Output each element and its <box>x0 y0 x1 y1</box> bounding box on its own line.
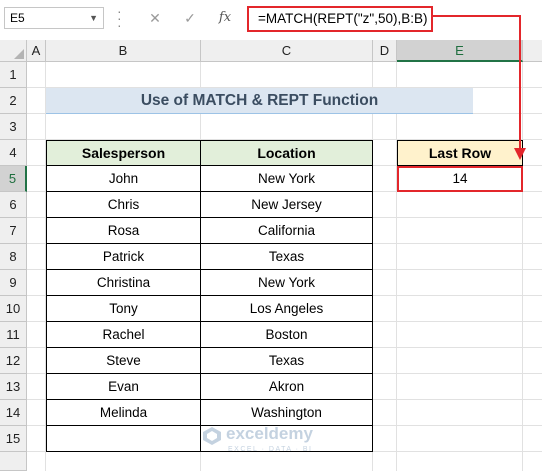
watermark-tagline: EXCEL · DATA · BI <box>228 446 313 453</box>
exceldemy-watermark: exceldemy EXCEL · DATA · BI <box>200 422 350 462</box>
exceldemy-logo-icon <box>203 427 221 445</box>
callout-arrow <box>433 15 526 160</box>
watermark-name: exceldemy <box>226 424 313 443</box>
